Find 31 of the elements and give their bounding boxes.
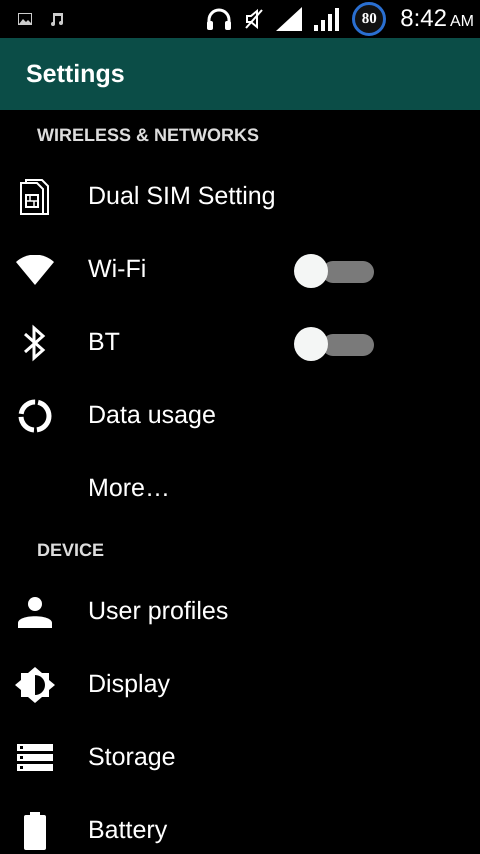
setting-label[interactable]: Dual SIM Setting — [88, 182, 276, 211]
setting-label[interactable]: BT — [88, 328, 120, 357]
battery-level-badge: 80 — [352, 2, 386, 36]
headphones-icon — [206, 8, 232, 30]
toggle-switch[interactable] — [294, 326, 376, 362]
clock-period: AM — [450, 13, 474, 31]
wifi-icon — [16, 254, 54, 284]
battery-icon — [24, 812, 46, 850]
setting-label[interactable]: More… — [88, 474, 170, 503]
toggle-switch[interactable] — [294, 253, 376, 289]
data-usage-icon — [17, 398, 53, 434]
setting-label[interactable]: Storage — [88, 743, 176, 772]
image-icon — [18, 13, 32, 25]
setting-label[interactable]: Data usage — [88, 401, 216, 430]
setting-label[interactable]: User profiles — [88, 597, 228, 626]
signal-icon — [276, 7, 302, 31]
section-header: DEVICE — [37, 540, 104, 560]
section-header: WIRELESS & NETWORKS — [37, 124, 260, 146]
storage-icon — [17, 744, 53, 772]
setting-label[interactable]: Wi-Fi — [88, 255, 146, 284]
sim-card-icon — [18, 178, 52, 214]
brightness-icon — [15, 666, 55, 702]
setting-label[interactable]: Battery — [88, 816, 168, 845]
music-note-icon — [50, 11, 64, 27]
signal-bars-icon — [314, 7, 340, 31]
app-bar-title: Settings — [26, 60, 125, 88]
clock-time: 8:42 — [400, 5, 447, 33]
bluetooth-icon — [22, 324, 48, 362]
user-icon — [17, 596, 53, 628]
muted-speaker-icon — [244, 8, 264, 30]
setting-label[interactable]: Display — [88, 670, 170, 699]
